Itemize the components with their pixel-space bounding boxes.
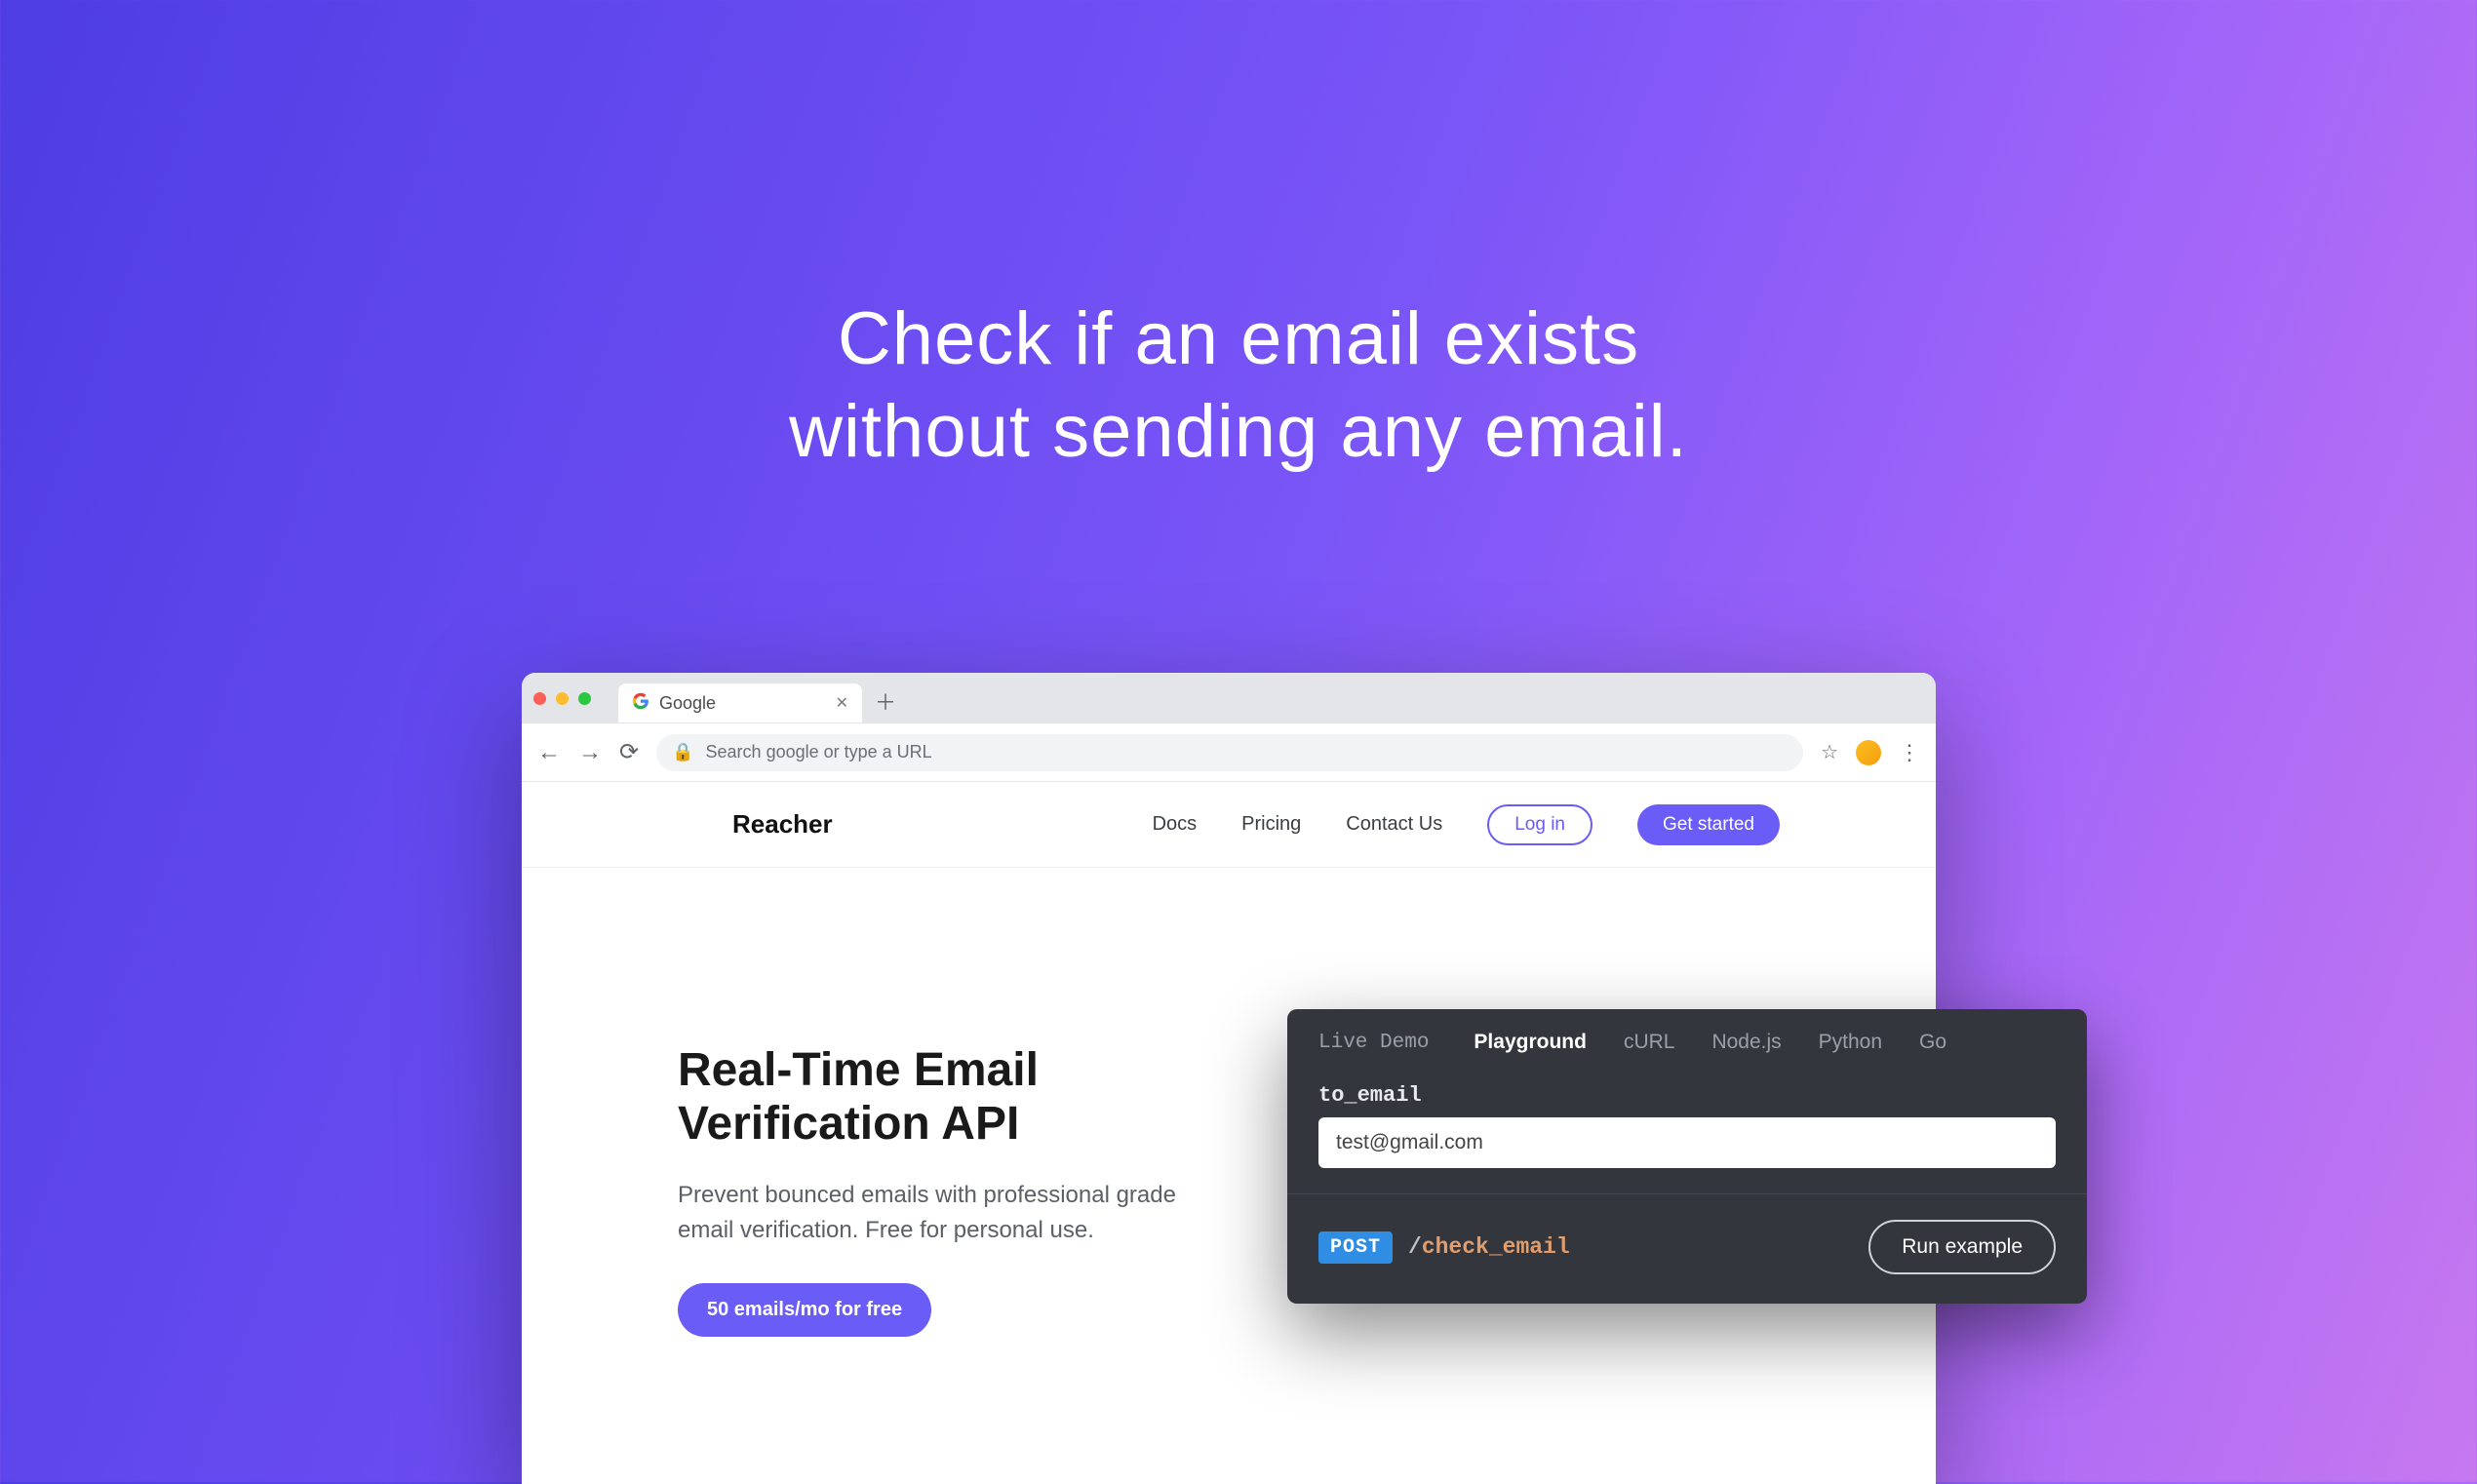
hero-cta-button[interactable]: 50 emails/mo for free [678, 1283, 931, 1337]
demo-header: Live Demo Playground cURL Node.js Python… [1287, 1009, 2087, 1070]
browser-toolbar: ← → ⟳ 🔒 Search google or type a URL ☆ ⋮ [522, 723, 1936, 782]
browser-tab[interactable]: Google ✕ [618, 683, 862, 722]
lock-icon: 🔒 [672, 742, 693, 762]
tab-close-icon[interactable]: ✕ [836, 693, 848, 713]
demo-tab-python[interactable]: Python [1819, 1031, 1882, 1054]
marketing-headline: Check if an email exists without sending… [0, 293, 2477, 478]
hero-title: Real-Time Email Verification API [678, 1043, 1263, 1151]
to-email-input[interactable] [1318, 1117, 2056, 1168]
demo-title: Live Demo [1318, 1032, 1429, 1054]
endpoint-name: check_email [1422, 1234, 1570, 1260]
address-bar[interactable]: 🔒 Search google or type a URL [656, 734, 1803, 771]
demo-tab-go[interactable]: Go [1919, 1031, 1946, 1054]
reacher-logo-icon [83, 83, 200, 200]
tab-title: Google [659, 693, 716, 714]
back-button[interactable]: ← [537, 739, 561, 766]
address-placeholder: Search google or type a URL [706, 742, 932, 762]
profile-avatar[interactable] [1856, 740, 1881, 765]
site-brand[interactable]: Reacher [678, 801, 833, 848]
window-traffic-lights [533, 692, 591, 705]
forward-button[interactable]: → [578, 739, 602, 766]
google-favicon-icon [632, 692, 649, 715]
endpoint-slash: / [1408, 1234, 1422, 1260]
bookmark-star-icon[interactable]: ☆ [1821, 740, 1838, 764]
site-nav: Docs Pricing Contact Us Log in Get start… [1153, 804, 1780, 845]
window-close-icon[interactable] [533, 692, 546, 705]
demo-body: to_email [1287, 1070, 2087, 1193]
login-button[interactable]: Log in [1487, 804, 1592, 845]
new-tab-button[interactable]: ＋ [872, 687, 899, 715]
nav-docs[interactable]: Docs [1153, 813, 1198, 836]
demo-tab-playground[interactable]: Playground [1474, 1031, 1587, 1054]
nav-pricing[interactable]: Pricing [1241, 813, 1301, 836]
window-minimize-icon[interactable] [556, 692, 569, 705]
hero-title-line1: Real-Time Email [678, 1044, 1039, 1096]
hero-section: Real-Time Email Verification API Prevent… [522, 868, 1263, 1337]
reload-button[interactable]: ⟳ [619, 738, 639, 766]
hero-subtitle: Prevent bounced emails with professional… [678, 1178, 1185, 1248]
reacher-logo-icon [678, 801, 719, 848]
browser-menu-icon[interactable]: ⋮ [1899, 740, 1920, 765]
get-started-button[interactable]: Get started [1637, 804, 1780, 845]
http-method-badge: POST [1318, 1231, 1393, 1264]
brand-name: Reacher [732, 809, 833, 840]
browser-tabstrip: Google ✕ ＋ [522, 673, 1936, 723]
live-demo-panel: Live Demo Playground cURL Node.js Python… [1287, 1009, 2087, 1304]
window-zoom-icon[interactable] [578, 692, 591, 705]
headline-line1: Check if an email exists [0, 293, 2477, 385]
demo-footer: POST /check_email Run example [1287, 1193, 2087, 1304]
run-example-button[interactable]: Run example [1868, 1220, 2056, 1274]
demo-tab-node[interactable]: Node.js [1711, 1031, 1781, 1054]
nav-contact[interactable]: Contact Us [1346, 813, 1442, 836]
to-email-label: to_email [1318, 1083, 2056, 1108]
endpoint-path: /check_email [1408, 1234, 1570, 1260]
hero-title-line2: Verification API [678, 1098, 1019, 1150]
headline-line2: without sending any email. [0, 385, 2477, 478]
hero-diagonal-bg [522, 1338, 1936, 1484]
demo-tab-curl[interactable]: cURL [1624, 1031, 1675, 1054]
site-header: Reacher Docs Pricing Contact Us Log in G… [522, 782, 1936, 868]
